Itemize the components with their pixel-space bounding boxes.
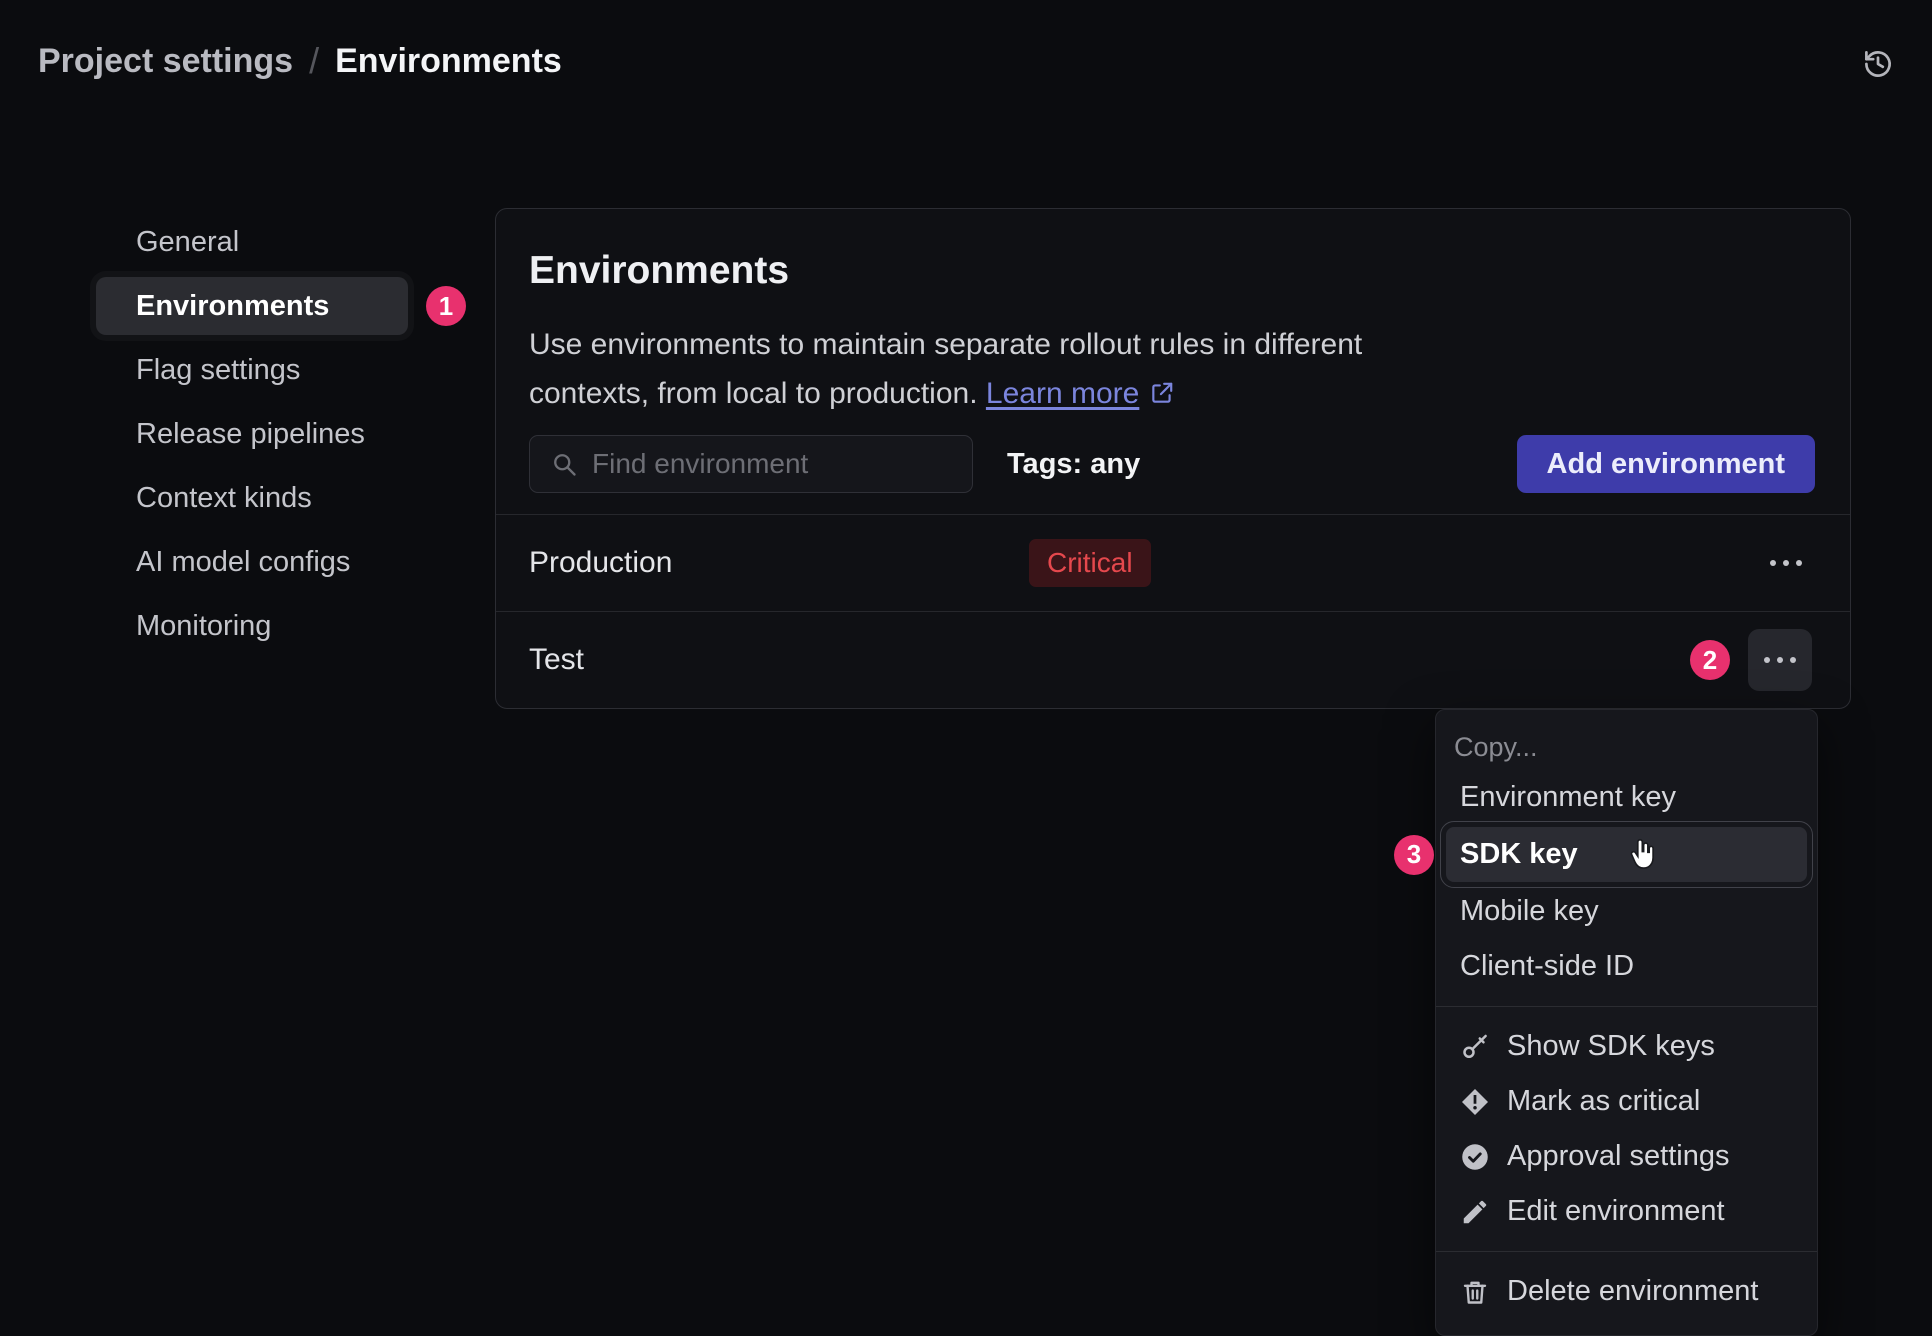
menu-item-label: Delete environment xyxy=(1507,1275,1758,1308)
environments-list: Production Critical Test 2 xyxy=(496,514,1850,708)
environments-panel: Environments Use environments to maintai… xyxy=(495,208,1851,709)
approval-seal-icon xyxy=(1460,1142,1490,1172)
search-input[interactable] xyxy=(592,436,972,492)
overflow-menu-button[interactable] xyxy=(1748,629,1812,691)
sidebar-item-label: General xyxy=(136,226,239,259)
critical-badge: Critical xyxy=(1029,539,1151,587)
learn-more-link[interactable]: Learn more xyxy=(986,377,1139,410)
environment-row-test: Test 2 xyxy=(496,611,1850,708)
panel-description-text: Use environments to maintain separate ro… xyxy=(529,328,1362,410)
environment-row-production: Production Critical xyxy=(496,514,1850,611)
panel-controls: Tags: any Add environment xyxy=(529,431,1815,497)
sidebar-item-label: Context kinds xyxy=(136,482,312,515)
step-badge-2: 2 xyxy=(1690,640,1730,680)
pencil-icon xyxy=(1460,1197,1490,1227)
sidebar-item-label: Release pipelines xyxy=(136,418,365,451)
step-badge-1: 1 xyxy=(426,286,466,326)
settings-sidebar: General Environments 1 Flag settings Rel… xyxy=(96,210,408,658)
sidebar-item-label: AI model configs xyxy=(136,546,350,579)
menu-item-mark-as-critical[interactable]: Mark as critical xyxy=(1436,1074,1817,1129)
menu-item-label: Show SDK keys xyxy=(1507,1030,1715,1063)
menu-item-mobile-key[interactable]: Mobile key xyxy=(1436,884,1817,939)
sidebar-item-ai-model-configs[interactable]: AI model configs xyxy=(96,530,408,594)
sidebar-item-label: Environments xyxy=(136,290,329,323)
sidebar-item-flag-settings[interactable]: Flag settings xyxy=(96,338,408,402)
overflow-menu-icon[interactable] xyxy=(1760,546,1812,580)
menu-divider xyxy=(1436,1006,1817,1007)
sidebar-item-monitoring[interactable]: Monitoring xyxy=(96,594,408,658)
external-link-icon xyxy=(1149,373,1175,399)
environment-name: Test xyxy=(529,643,1029,677)
menu-divider xyxy=(1436,1251,1817,1252)
search-icon xyxy=(550,450,578,478)
menu-item-approval-settings[interactable]: Approval settings xyxy=(1436,1129,1817,1184)
sidebar-item-label: Monitoring xyxy=(136,610,271,643)
menu-section-label: Copy... xyxy=(1436,724,1817,770)
menu-item-label: Client-side ID xyxy=(1460,950,1634,983)
menu-item-label: Mark as critical xyxy=(1507,1085,1700,1118)
environment-name: Production xyxy=(529,546,1029,580)
breadcrumb: Project settings / Environments xyxy=(38,40,562,82)
breadcrumb-project-settings[interactable]: Project settings xyxy=(38,42,293,81)
sidebar-item-general[interactable]: General xyxy=(96,210,408,274)
menu-item-client-side-id[interactable]: Client-side ID xyxy=(1436,939,1817,994)
menu-item-environment-key[interactable]: Environment key xyxy=(1436,770,1817,825)
critical-diamond-icon xyxy=(1460,1087,1490,1117)
menu-item-label: Edit environment xyxy=(1507,1195,1725,1228)
breadcrumb-separator: / xyxy=(309,40,319,82)
sidebar-item-context-kinds[interactable]: Context kinds xyxy=(96,466,408,530)
sidebar-item-label: Flag settings xyxy=(136,354,300,387)
menu-item-delete-environment[interactable]: Delete environment xyxy=(1436,1264,1817,1319)
page-title: Environments xyxy=(335,42,562,81)
menu-item-edit-environment[interactable]: Edit environment xyxy=(1436,1184,1817,1239)
environment-search xyxy=(529,435,973,493)
menu-item-sdk-key[interactable]: 3 SDK key xyxy=(1446,827,1807,882)
menu-item-show-sdk-keys[interactable]: Show SDK keys xyxy=(1436,1019,1817,1074)
menu-item-label: Approval settings xyxy=(1507,1140,1729,1173)
step-badge-3: 3 xyxy=(1394,835,1434,875)
environment-context-menu: Copy... Environment key 3 SDK key Mobile… xyxy=(1435,709,1818,1336)
panel-title: Environments xyxy=(529,249,789,293)
sidebar-item-environments[interactable]: Environments 1 xyxy=(96,277,408,335)
menu-item-label: Environment key xyxy=(1460,781,1676,814)
key-icon xyxy=(1460,1032,1490,1062)
panel-description: Use environments to maintain separate ro… xyxy=(529,321,1479,418)
menu-item-label: SDK key xyxy=(1460,838,1578,871)
sidebar-item-release-pipelines[interactable]: Release pipelines xyxy=(96,402,408,466)
add-environment-button[interactable]: Add environment xyxy=(1517,435,1815,493)
trash-icon xyxy=(1460,1277,1490,1307)
history-icon[interactable] xyxy=(1858,44,1898,84)
tags-filter[interactable]: Tags: any xyxy=(1007,448,1140,481)
menu-item-label: Mobile key xyxy=(1460,895,1599,928)
